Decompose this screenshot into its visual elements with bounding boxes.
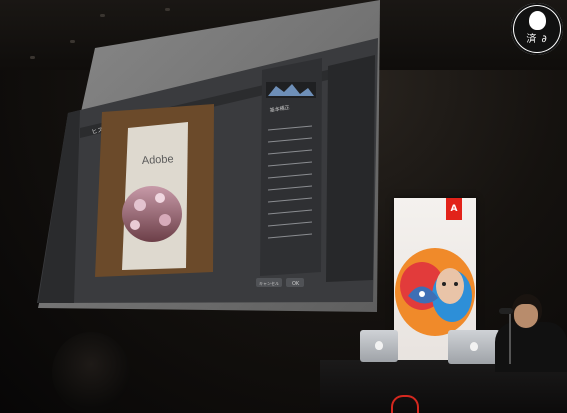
apple-icon <box>375 341 383 350</box>
photo-sign-text: Adobe <box>142 153 174 167</box>
banner-artwork <box>395 248 475 336</box>
flower-arrangement <box>122 186 182 242</box>
tool-column <box>38 110 80 303</box>
apple-icon <box>529 11 546 30</box>
site-badge: 済 ∂ <box>511 3 563 55</box>
ok-label: OK <box>292 281 300 287</box>
tools-panel <box>326 55 375 282</box>
badge-text: 済 ∂ <box>526 34 548 45</box>
creative-cloud-logo <box>391 395 419 413</box>
presenter-body <box>495 322 567 372</box>
event-photo: ヒストグラム Adobe 基本補正 キャンセル <box>0 0 567 413</box>
cancel-label: キャンセル <box>259 281 279 286</box>
microphone <box>499 308 513 314</box>
audience-head <box>52 332 130 413</box>
apple-icon <box>470 342 478 351</box>
mic-stand <box>509 312 511 364</box>
adobe-logo: A <box>446 198 462 220</box>
presenter-face <box>514 304 538 328</box>
